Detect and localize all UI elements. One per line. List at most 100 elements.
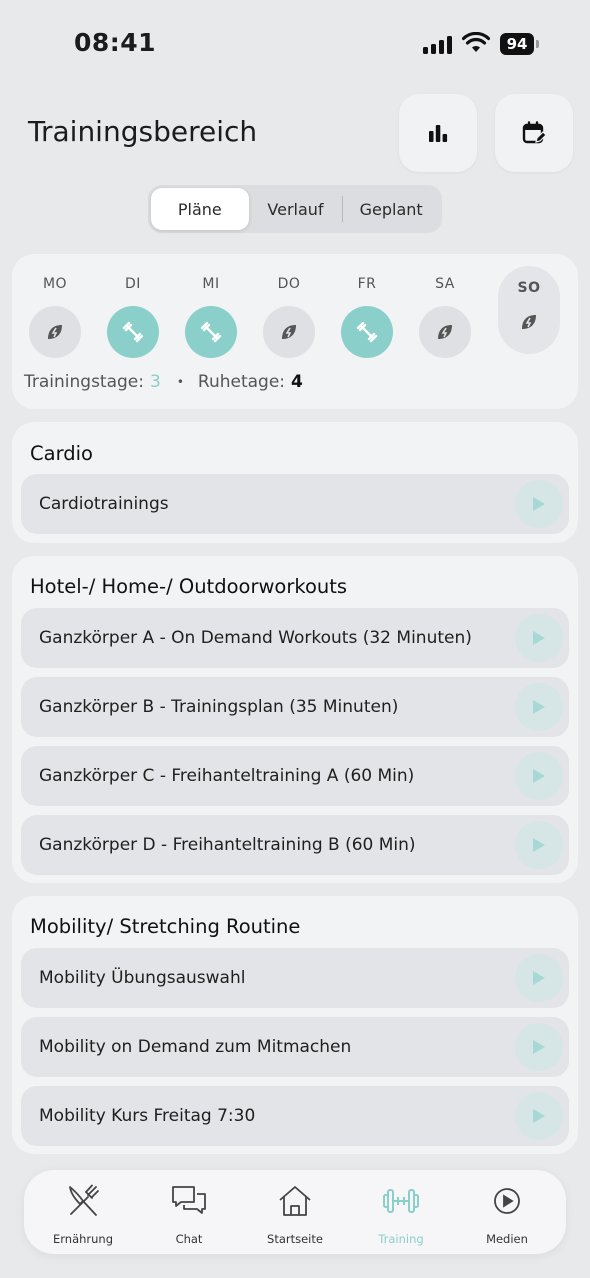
rest-leaf-icon <box>48 325 62 339</box>
day-saturday[interactable]: SA <box>419 276 471 358</box>
play-icon <box>533 769 545 783</box>
rest-leaf-icon <box>282 325 296 339</box>
section-workouts: Hotel-/ Home-/ Outdoorworkouts Ganzkörpe… <box>12 556 578 883</box>
nav-medien[interactable]: Medien <box>462 1182 552 1246</box>
day-label: FR <box>357 276 377 292</box>
nav-label: Chat <box>175 1232 203 1246</box>
nav-chat[interactable]: Chat <box>144 1182 234 1246</box>
training-day-indicator <box>341 306 393 358</box>
section-mobility: Mobility/ Stretching Routine Mobility Üb… <box>12 896 578 1154</box>
rest-day-indicator <box>419 306 471 358</box>
section-title: Mobility/ Stretching Routine <box>30 915 301 938</box>
play-icon <box>533 838 545 852</box>
nav-training[interactable]: Training <box>356 1182 446 1246</box>
plan-row[interactable]: Ganzkörper B - Trainingsplan (35 Minuten… <box>21 677 569 737</box>
play-button[interactable] <box>515 752 563 800</box>
dumbbell-diagonal-icon <box>122 321 144 343</box>
section-cardio: Cardio Cardiotrainings <box>12 422 578 543</box>
week-overview-card: MO DI MI DO FR SA SO Trainingstage: 3 • … <box>12 254 578 409</box>
play-icon <box>533 971 545 985</box>
plan-row-label: Cardiotrainings <box>39 494 169 514</box>
chat-bubbles-icon <box>172 1186 206 1214</box>
play-button[interactable] <box>515 954 563 1002</box>
battery-level: 94 <box>500 33 534 55</box>
summary-separator: • <box>176 375 184 389</box>
nav-ernaehrung[interactable]: Ernährung <box>38 1182 128 1246</box>
play-icon <box>533 1109 545 1123</box>
play-button[interactable] <box>515 1092 563 1140</box>
training-days-count: 3 <box>150 372 161 392</box>
nav-label: Startseite <box>267 1232 323 1246</box>
dumbbell-icon <box>383 1189 419 1213</box>
plan-row-label: Mobility on Demand zum Mitmachen <box>39 1037 352 1057</box>
plan-row-label: Ganzkörper D - Freihanteltraining B (60 … <box>39 835 416 855</box>
bottom-navigation: Ernährung Chat Startseite Training Medie… <box>24 1170 566 1254</box>
play-icon <box>533 631 545 645</box>
play-icon <box>533 497 545 511</box>
training-day-indicator <box>107 306 159 358</box>
play-button[interactable] <box>515 1023 563 1071</box>
day-label: SA <box>435 276 455 292</box>
section-title: Cardio <box>30 442 93 465</box>
week-summary: Trainingstage: 3 • Ruhetage: 4 <box>24 372 303 392</box>
battery-icon: 94 <box>500 33 539 55</box>
nav-label: Medien <box>486 1232 528 1246</box>
dumbbell-diagonal-icon <box>356 321 378 343</box>
plan-row[interactable]: Ganzkörper A - On Demand Workouts (32 Mi… <box>21 608 569 668</box>
rest-leaf-icon <box>522 315 536 329</box>
tab-plaene[interactable]: Pläne <box>151 188 249 230</box>
plan-row[interactable]: Mobility Übungsauswahl <box>21 948 569 1008</box>
calendar-button[interactable] <box>495 94 573 172</box>
bar-chart-icon <box>429 125 448 142</box>
play-icon <box>533 1040 545 1054</box>
status-bar: 08:41 94 <box>0 0 590 90</box>
day-wednesday[interactable]: MI <box>185 276 237 358</box>
dumbbell-diagonal-icon <box>200 321 222 343</box>
plan-row[interactable]: Mobility on Demand zum Mitmachen <box>21 1017 569 1077</box>
day-label: SO <box>517 280 541 296</box>
cellular-signal-icon <box>423 36 452 54</box>
day-friday[interactable]: FR <box>341 276 393 358</box>
plan-tabs: Pläne Verlauf Geplant <box>148 185 442 233</box>
status-time: 08:41 <box>74 28 157 57</box>
play-button[interactable] <box>515 614 563 662</box>
day-label: DI <box>125 276 141 292</box>
play-icon <box>533 700 545 714</box>
training-days-label: Trainingstage: <box>24 372 144 392</box>
nav-label: Ernährung <box>52 1232 114 1246</box>
play-circle-icon <box>494 1188 520 1214</box>
day-label: MI <box>202 276 220 292</box>
plan-row-label: Ganzkörper A - On Demand Workouts (32 Mi… <box>39 628 472 648</box>
day-sunday-today[interactable]: SO <box>498 266 560 354</box>
plan-row-label: Mobility Übungsauswahl <box>39 968 246 988</box>
plan-row[interactable]: Cardiotrainings <box>21 474 569 534</box>
calendar-edit-icon <box>522 121 547 144</box>
training-day-indicator <box>185 306 237 358</box>
day-monday[interactable]: MO <box>29 276 81 358</box>
day-thursday[interactable]: DO <box>263 276 315 358</box>
wifi-icon <box>462 32 490 52</box>
rest-day-indicator <box>29 306 81 358</box>
fork-knife-icon <box>69 1184 99 1216</box>
rest-days-count: 4 <box>291 372 303 392</box>
plan-row[interactable]: Ganzkörper D - Freihanteltraining B (60 … <box>21 815 569 875</box>
day-label: MO <box>42 276 68 292</box>
plan-row-label: Ganzkörper B - Trainingsplan (35 Minuten… <box>39 697 399 717</box>
rest-leaf-icon <box>438 325 452 339</box>
rest-day-indicator <box>263 306 315 358</box>
rest-days-label: Ruhetage: <box>197 372 286 392</box>
plan-row[interactable]: Ganzkörper C - Freihanteltraining A (60 … <box>21 746 569 806</box>
nav-startseite[interactable]: Startseite <box>250 1182 340 1246</box>
day-tuesday[interactable]: DI <box>107 276 159 358</box>
tab-verlauf[interactable]: Verlauf <box>249 188 343 230</box>
statistics-button[interactable] <box>399 94 477 172</box>
day-label: DO <box>277 276 301 292</box>
play-button[interactable] <box>515 480 563 528</box>
play-button[interactable] <box>515 821 563 869</box>
page-title: Trainingsbereich <box>28 115 258 148</box>
tab-geplant[interactable]: Geplant <box>343 188 439 230</box>
play-button[interactable] <box>515 683 563 731</box>
plan-row-label: Ganzkörper C - Freihanteltraining A (60 … <box>39 766 415 786</box>
section-title: Hotel-/ Home-/ Outdoorworkouts <box>30 575 348 598</box>
plan-row[interactable]: Mobility Kurs Freitag 7:30 <box>21 1086 569 1146</box>
